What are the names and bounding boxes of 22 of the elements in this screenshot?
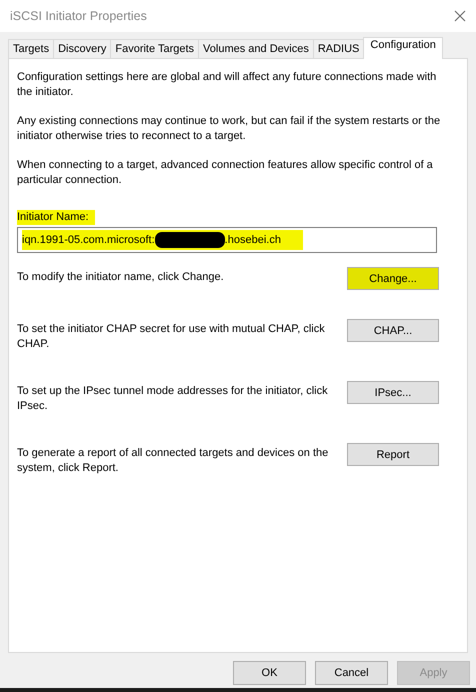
initiator-name-field[interactable]: iqn.1991-05.com.microsoft: .hosebei.ch [17,227,437,253]
description-text: Any existing connections may continue to work, but can fail if the system restarts or the initiator otherwise tries to reconnect to a target. [17,114,442,144]
field-value: iqn.1991-05.com.microsoft: [22,233,155,248]
field-value: .hosebei.ch [224,233,281,248]
window-title: iSCSI Initiator Properties [10,9,147,23]
close-icon[interactable] [454,10,466,22]
action-button[interactable]: CHAP... [347,319,439,342]
action-button[interactable]: Report [347,443,439,466]
dialog-button[interactable]: OK [233,661,306,685]
tab[interactable]: Targets [8,39,54,58]
description-text: When connecting to a target, advanced connection features allow specific control of a particular connection. [17,158,434,188]
tab[interactable]: Configuration [363,37,443,59]
dialog-button[interactable]: Cancel [315,661,388,685]
instruction-text: To modify the initiator name, click Change. [17,270,225,285]
instruction-text: To set up the IPsec tunnel mode addresses for the initiator, click IPsec. [17,384,329,414]
action-button[interactable]: IPsec... [347,381,439,404]
instruction-text: To set the initiator CHAP secret for use with mutual CHAP, click CHAP. [17,322,326,352]
action-button[interactable]: Change... [347,267,439,290]
description-text: Configuration settings here are global and will affect any future connections made with the initiator. [17,70,438,100]
instruction-text: To generate a report of all connected targets and devices on the system, click Report. [17,446,330,476]
redaction-mark [154,232,225,248]
field-label: Initiator Name: [17,210,95,225]
